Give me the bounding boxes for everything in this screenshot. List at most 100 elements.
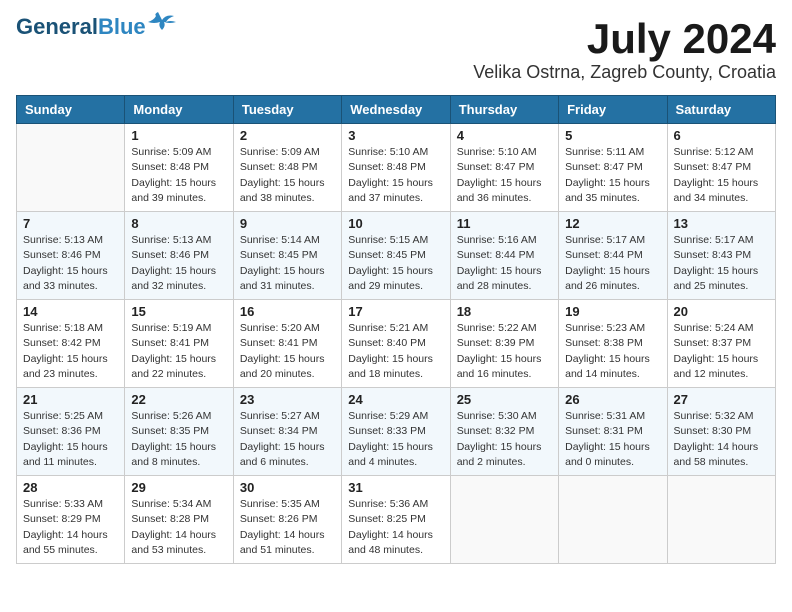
day-info: Sunrise: 5:30 AMSunset: 8:32 PMDaylight:… bbox=[457, 409, 552, 470]
calendar-cell: 30Sunrise: 5:35 AMSunset: 8:26 PMDayligh… bbox=[233, 476, 341, 564]
day-info: Sunrise: 5:22 AMSunset: 8:39 PMDaylight:… bbox=[457, 321, 552, 382]
calendar-cell: 15 Sunrise: 5:19 AMSunset: 8:41 PMDayligh… bbox=[125, 300, 233, 388]
weekday-header-saturday: Saturday bbox=[667, 96, 775, 124]
day-info: Sunrise: 5:16 AMSunset: 8:44 PMDaylight:… bbox=[457, 233, 552, 294]
calendar-cell: 12 Sunrise: 5:17 AMSunset: 8:44 PMDayligh… bbox=[559, 212, 667, 300]
day-info: Sunrise: 5:36 AMSunset: 8:25 PMDaylight:… bbox=[348, 497, 443, 558]
calendar-cell: 26 Sunrise: 5:31 AMSunset: 8:31 PMDayligh… bbox=[559, 388, 667, 476]
day-number: 18 bbox=[457, 304, 552, 319]
calendar-cell: 20 Sunrise: 5:24 AMSunset: 8:37 PMDayligh… bbox=[667, 300, 775, 388]
page-header: GeneralBlue July 2024 Velika Ostrna, Zag… bbox=[16, 16, 776, 83]
calendar-cell: 9 Sunrise: 5:14 AMSunset: 8:45 PMDaylight… bbox=[233, 212, 341, 300]
day-number: 22 bbox=[131, 392, 226, 407]
day-info: Sunrise: 5:32 AMSunset: 8:30 PMDaylight:… bbox=[674, 409, 769, 470]
day-info: Sunrise: 5:09 AMSunset: 8:48 PMDaylight:… bbox=[131, 145, 226, 206]
day-info: Sunrise: 5:09 AMSunset: 8:48 PMDaylight:… bbox=[240, 145, 335, 206]
calendar-cell bbox=[450, 476, 558, 564]
day-info: Sunrise: 5:20 AMSunset: 8:41 PMDaylight:… bbox=[240, 321, 335, 382]
day-number: 21 bbox=[23, 392, 118, 407]
day-info: Sunrise: 5:24 AMSunset: 8:37 PMDaylight:… bbox=[674, 321, 769, 382]
day-number: 5 bbox=[565, 128, 660, 143]
day-info: Sunrise: 5:10 AMSunset: 8:47 PMDaylight:… bbox=[457, 145, 552, 206]
day-number: 2 bbox=[240, 128, 335, 143]
day-info: Sunrise: 5:23 AMSunset: 8:38 PMDaylight:… bbox=[565, 321, 660, 382]
day-number: 12 bbox=[565, 216, 660, 231]
calendar-cell: 23 Sunrise: 5:27 AMSunset: 8:34 PMDayligh… bbox=[233, 388, 341, 476]
day-info: Sunrise: 5:21 AMSunset: 8:40 PMDaylight:… bbox=[348, 321, 443, 382]
calendar-cell: 17 Sunrise: 5:21 AMSunset: 8:40 PMDayligh… bbox=[342, 300, 450, 388]
logo-text: GeneralBlue bbox=[16, 16, 146, 38]
day-number: 14 bbox=[23, 304, 118, 319]
day-info: Sunrise: 5:31 AMSunset: 8:31 PMDaylight:… bbox=[565, 409, 660, 470]
calendar-cell: 19 Sunrise: 5:23 AMSunset: 8:38 PMDayligh… bbox=[559, 300, 667, 388]
title-block: July 2024 Velika Ostrna, Zagreb County, … bbox=[473, 16, 776, 83]
calendar-cell: 5 Sunrise: 5:11 AMSunset: 8:47 PMDaylight… bbox=[559, 124, 667, 212]
day-number: 15 bbox=[131, 304, 226, 319]
calendar-cell bbox=[17, 124, 125, 212]
day-number: 27 bbox=[674, 392, 769, 407]
weekday-header-row: SundayMondayTuesdayWednesdayThursdayFrid… bbox=[17, 96, 776, 124]
day-number: 10 bbox=[348, 216, 443, 231]
calendar-cell: 8Sunrise: 5:13 AMSunset: 8:46 PMDaylight… bbox=[125, 212, 233, 300]
day-number: 26 bbox=[565, 392, 660, 407]
day-info: Sunrise: 5:25 AMSunset: 8:36 PMDaylight:… bbox=[23, 409, 118, 470]
day-number: 3 bbox=[348, 128, 443, 143]
day-info: Sunrise: 5:18 AMSunset: 8:42 PMDaylight:… bbox=[23, 321, 118, 382]
logo-bird-icon bbox=[148, 12, 176, 34]
weekday-header-sunday: Sunday bbox=[17, 96, 125, 124]
day-info: Sunrise: 5:10 AMSunset: 8:48 PMDaylight:… bbox=[348, 145, 443, 206]
calendar-cell: 21 Sunrise: 5:25 AMSunset: 8:36 PMDayligh… bbox=[17, 388, 125, 476]
calendar-cell: 28Sunrise: 5:33 AMSunset: 8:29 PMDayligh… bbox=[17, 476, 125, 564]
logo: GeneralBlue bbox=[16, 16, 176, 38]
weekday-header-wednesday: Wednesday bbox=[342, 96, 450, 124]
weekday-header-thursday: Thursday bbox=[450, 96, 558, 124]
calendar-cell bbox=[667, 476, 775, 564]
calendar-cell: 29Sunrise: 5:34 AMSunset: 8:28 PMDayligh… bbox=[125, 476, 233, 564]
day-number: 4 bbox=[457, 128, 552, 143]
day-number: 28 bbox=[23, 480, 118, 495]
calendar-cell: 4 Sunrise: 5:10 AMSunset: 8:47 PMDaylight… bbox=[450, 124, 558, 212]
calendar-week-row: 1 Sunrise: 5:09 AMSunset: 8:48 PMDaylight… bbox=[17, 124, 776, 212]
day-number: 1 bbox=[131, 128, 226, 143]
calendar-week-row: 28Sunrise: 5:33 AMSunset: 8:29 PMDayligh… bbox=[17, 476, 776, 564]
calendar-cell: 6Sunrise: 5:12 AMSunset: 8:47 PMDaylight… bbox=[667, 124, 775, 212]
calendar-cell: 18 Sunrise: 5:22 AMSunset: 8:39 PMDayligh… bbox=[450, 300, 558, 388]
calendar-week-row: 21 Sunrise: 5:25 AMSunset: 8:36 PMDayligh… bbox=[17, 388, 776, 476]
weekday-header-tuesday: Tuesday bbox=[233, 96, 341, 124]
calendar-cell: 16Sunrise: 5:20 AMSunset: 8:41 PMDayligh… bbox=[233, 300, 341, 388]
day-info: Sunrise: 5:13 AMSunset: 8:46 PMDaylight:… bbox=[23, 233, 118, 294]
calendar-cell: 27 Sunrise: 5:32 AMSunset: 8:30 PMDayligh… bbox=[667, 388, 775, 476]
day-info: Sunrise: 5:14 AMSunset: 8:45 PMDaylight:… bbox=[240, 233, 335, 294]
day-number: 19 bbox=[565, 304, 660, 319]
day-info: Sunrise: 5:26 AMSunset: 8:35 PMDaylight:… bbox=[131, 409, 226, 470]
day-number: 7 bbox=[23, 216, 118, 231]
day-number: 8 bbox=[131, 216, 226, 231]
calendar-cell bbox=[559, 476, 667, 564]
day-info: Sunrise: 5:15 AMSunset: 8:45 PMDaylight:… bbox=[348, 233, 443, 294]
day-info: Sunrise: 5:27 AMSunset: 8:34 PMDaylight:… bbox=[240, 409, 335, 470]
day-number: 13 bbox=[674, 216, 769, 231]
location-title: Velika Ostrna, Zagreb County, Croatia bbox=[473, 62, 776, 83]
day-info: Sunrise: 5:29 AMSunset: 8:33 PMDaylight:… bbox=[348, 409, 443, 470]
calendar-cell: 31 Sunrise: 5:36 AMSunset: 8:25 PMDayligh… bbox=[342, 476, 450, 564]
calendar-cell: 13Sunrise: 5:17 AMSunset: 8:43 PMDayligh… bbox=[667, 212, 775, 300]
calendar-cell: 1 Sunrise: 5:09 AMSunset: 8:48 PMDaylight… bbox=[125, 124, 233, 212]
day-number: 29 bbox=[131, 480, 226, 495]
day-number: 9 bbox=[240, 216, 335, 231]
day-number: 24 bbox=[348, 392, 443, 407]
calendar-table: SundayMondayTuesdayWednesdayThursdayFrid… bbox=[16, 95, 776, 564]
calendar-week-row: 7 Sunrise: 5:13 AMSunset: 8:46 PMDaylight… bbox=[17, 212, 776, 300]
day-number: 20 bbox=[674, 304, 769, 319]
day-number: 6 bbox=[674, 128, 769, 143]
calendar-cell: 25Sunrise: 5:30 AMSunset: 8:32 PMDayligh… bbox=[450, 388, 558, 476]
day-number: 23 bbox=[240, 392, 335, 407]
day-number: 17 bbox=[348, 304, 443, 319]
day-number: 11 bbox=[457, 216, 552, 231]
calendar-cell: 7 Sunrise: 5:13 AMSunset: 8:46 PMDaylight… bbox=[17, 212, 125, 300]
day-number: 31 bbox=[348, 480, 443, 495]
weekday-header-monday: Monday bbox=[125, 96, 233, 124]
calendar-cell: 11 Sunrise: 5:16 AMSunset: 8:44 PMDayligh… bbox=[450, 212, 558, 300]
day-info: Sunrise: 5:11 AMSunset: 8:47 PMDaylight:… bbox=[565, 145, 660, 206]
day-info: Sunrise: 5:17 AMSunset: 8:44 PMDaylight:… bbox=[565, 233, 660, 294]
day-info: Sunrise: 5:19 AMSunset: 8:41 PMDaylight:… bbox=[131, 321, 226, 382]
